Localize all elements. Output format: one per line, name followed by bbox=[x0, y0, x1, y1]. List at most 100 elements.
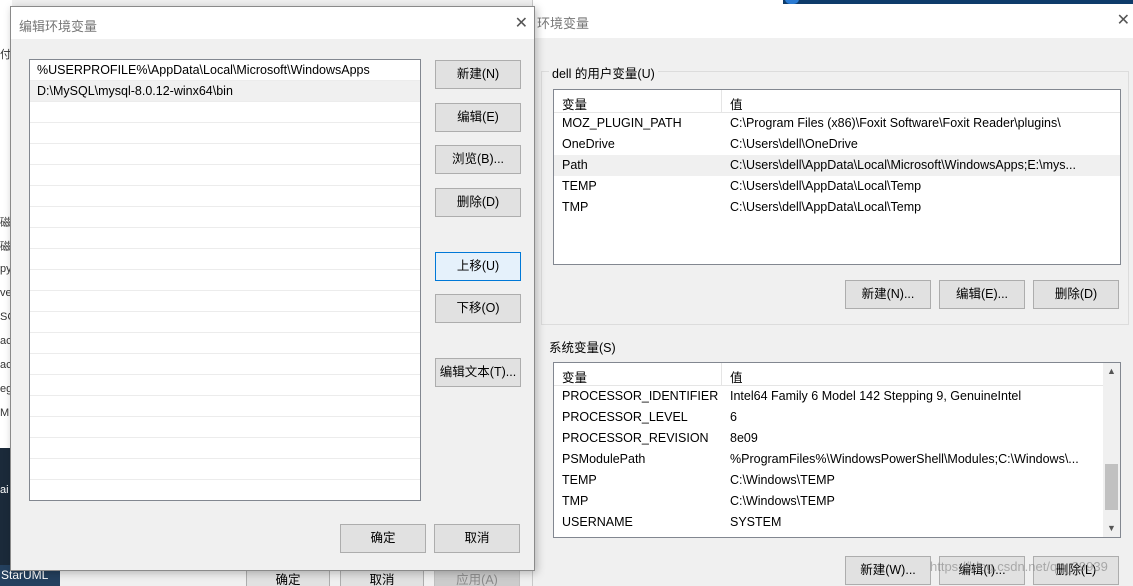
column-header-variable[interactable]: 变量 bbox=[562, 94, 587, 113]
variable-value-cell: C:\Users\dell\AppData\Local\Temp bbox=[730, 200, 922, 214]
variable-value-cell: C:\Users\dell\AppData\Local\Microsoft\Wi… bbox=[730, 158, 1076, 172]
column-header-variable[interactable]: 变量 bbox=[562, 367, 587, 386]
variable-name-cell: MOZ_PLUGIN_PATH bbox=[562, 116, 682, 130]
background-app-strip bbox=[783, 0, 1133, 4]
variable-value-cell: C:\Program Files (x86)\Foxit Software\Fo… bbox=[730, 116, 1061, 130]
table-row[interactable]: USERNAME SYSTEM bbox=[554, 512, 1120, 533]
user-delete-button[interactable]: 删除(D) bbox=[1033, 280, 1119, 309]
variable-name-cell: PSModulePath bbox=[562, 452, 646, 466]
empty-list-row[interactable] bbox=[30, 165, 420, 186]
user-variables-list[interactable]: 变量 值 MOZ_PLUGIN_PATH C:\Program Files (x8… bbox=[553, 89, 1121, 265]
path-entry-text: %USERPROFILE%\AppData\Local\Microsoft\Wi… bbox=[37, 63, 370, 77]
empty-list-row[interactable] bbox=[30, 270, 420, 291]
empty-list-row[interactable] bbox=[30, 459, 420, 480]
edit-environment-variable-dialog: 编辑环境变量 ✕ %USERPROFILE%\AppData\Local\Mic… bbox=[10, 6, 535, 571]
empty-list-row[interactable] bbox=[30, 144, 420, 165]
empty-list-row[interactable] bbox=[30, 123, 420, 144]
empty-list-row[interactable] bbox=[30, 207, 420, 228]
path-entry-text: D:\MySQL\mysql-8.0.12-winx64\bin bbox=[37, 84, 233, 98]
dialog-title: 编辑环境变量 bbox=[19, 19, 98, 34]
scroll-thumb[interactable] bbox=[1105, 464, 1118, 510]
edit-entry-button[interactable]: 编辑(E) bbox=[435, 103, 521, 132]
empty-list-row[interactable] bbox=[30, 480, 420, 500]
empty-list-row[interactable] bbox=[30, 354, 420, 375]
variable-name-cell: Path bbox=[562, 158, 588, 172]
user-new-button[interactable]: 新建(N)... bbox=[845, 280, 931, 309]
table-row[interactable]: TMP C:\Windows\TEMP bbox=[554, 491, 1120, 512]
variable-value-cell: C:\Users\dell\AppData\Local\Temp bbox=[730, 179, 922, 193]
watermark: https://blog.csdn.net/qq_39939 bbox=[930, 559, 1108, 574]
variable-name-cell: TEMP bbox=[562, 179, 597, 193]
user-edit-button[interactable]: 编辑(E)... bbox=[939, 280, 1025, 309]
variable-name-cell: PROCESSOR_LEVEL bbox=[562, 410, 688, 424]
variable-name-cell: OneDrive bbox=[562, 137, 615, 151]
window-titlebar: 环境变量 ✕ bbox=[533, 0, 1133, 38]
empty-list-row[interactable] bbox=[30, 438, 420, 459]
close-icon[interactable]: ✕ bbox=[515, 13, 528, 33]
vertical-scrollbar[interactable]: ▲ ▼ bbox=[1103, 363, 1120, 537]
table-row[interactable]: PROCESSOR_REVISION 8e09 bbox=[554, 428, 1120, 449]
empty-list-row[interactable] bbox=[30, 417, 420, 438]
table-row[interactable]: TMP C:\Users\dell\AppData\Local\Temp bbox=[554, 197, 1120, 218]
empty-list-row[interactable] bbox=[30, 249, 420, 270]
apply-button: 应用(A) bbox=[434, 569, 520, 586]
empty-list-row[interactable] bbox=[30, 396, 420, 417]
table-row[interactable]: PROCESSOR_IDENTIFIER Intel64 Family 6 Mod… bbox=[554, 386, 1120, 407]
table-row[interactable]: MOZ_PLUGIN_PATH C:\Program Files (x86)\Fo… bbox=[554, 113, 1120, 134]
system-new-button[interactable]: 新建(W)... bbox=[845, 556, 931, 585]
system-variables-list[interactable]: 变量 值 PROCESSOR_IDENTIFIER Intel64 Family … bbox=[553, 362, 1121, 538]
dialog-titlebar: 编辑环境变量 ✕ bbox=[11, 7, 534, 39]
cancel-button[interactable]: 取消 bbox=[340, 569, 424, 586]
variable-name-cell: TMP bbox=[562, 494, 589, 508]
list-item[interactable]: %USERPROFILE%\AppData\Local\Microsoft\Wi… bbox=[30, 60, 420, 81]
variable-value-cell: %ProgramFiles%\WindowsPowerShell\Modules… bbox=[730, 452, 1079, 466]
variable-name-cell: PROCESSOR_IDENTIFIER bbox=[562, 389, 719, 403]
empty-list-row[interactable] bbox=[30, 102, 420, 123]
dialog-cancel-button[interactable]: 取消 bbox=[434, 524, 520, 553]
system-variables-label: 系统变量(S) bbox=[549, 341, 616, 355]
table-row[interactable]: PROCESSOR_LEVEL 6 bbox=[554, 407, 1120, 428]
list-item[interactable]: D:\MySQL\mysql-8.0.12-winx64\bin bbox=[30, 81, 420, 102]
table-row[interactable]: TEMP C:\Users\dell\AppData\Local\Temp bbox=[554, 176, 1120, 197]
new-entry-button[interactable]: 新建(N) bbox=[435, 60, 521, 89]
browse-button[interactable]: 浏览(B)... bbox=[435, 145, 521, 174]
variable-value-cell: Intel64 Family 6 Model 142 Stepping 9, G… bbox=[730, 389, 1022, 403]
edit-text-button[interactable]: 编辑文本(T)... bbox=[435, 358, 521, 387]
empty-list-row[interactable] bbox=[30, 186, 420, 207]
list-header: 变量 值 bbox=[554, 90, 1120, 113]
scroll-up-icon[interactable]: ▲ bbox=[1103, 363, 1120, 380]
scroll-down-icon[interactable]: ▼ bbox=[1103, 520, 1120, 537]
list-header: 变量 值 bbox=[554, 363, 1120, 386]
empty-list-row[interactable] bbox=[30, 312, 420, 333]
dialog-ok-button[interactable]: 确定 bbox=[340, 524, 426, 553]
variable-name-cell: USERNAME bbox=[562, 515, 633, 529]
table-row[interactable]: TEMP C:\Windows\TEMP bbox=[554, 470, 1120, 491]
move-down-button[interactable]: 下移(O) bbox=[435, 294, 521, 323]
desktop-text-fragment: ai bbox=[0, 484, 9, 496]
ok-button[interactable]: 确定 bbox=[246, 569, 330, 586]
variable-value-cell: SYSTEM bbox=[730, 515, 782, 529]
table-row[interactable]: OneDrive C:\Users\dell\OneDrive bbox=[554, 134, 1120, 155]
user-variables-label: dell 的用户变量(U) bbox=[549, 63, 658, 82]
variable-value-cell: 8e09 bbox=[730, 431, 758, 445]
variable-value-cell: C:\Windows\TEMP bbox=[730, 473, 835, 487]
variable-value-cell: 6 bbox=[730, 410, 737, 424]
column-header-value[interactable]: 值 bbox=[730, 367, 743, 386]
delete-entry-button[interactable]: 删除(D) bbox=[435, 188, 521, 217]
close-icon[interactable]: ✕ bbox=[1117, 10, 1130, 30]
move-up-button[interactable]: 上移(U) bbox=[435, 252, 521, 281]
empty-list-row[interactable] bbox=[30, 291, 420, 312]
column-header-value[interactable]: 值 bbox=[730, 94, 743, 113]
empty-list-row[interactable] bbox=[30, 228, 420, 249]
empty-list-row[interactable] bbox=[30, 375, 420, 396]
table-row[interactable]: PSModulePath %ProgramFiles%\WindowsPowerS… bbox=[554, 449, 1120, 470]
variable-value-cell: C:\Windows\TEMP bbox=[730, 494, 835, 508]
variable-name-cell: PROCESSOR_REVISION bbox=[562, 431, 709, 445]
environment-variables-window: 环境变量 ✕ dell 的用户变量(U) 变量 值 MOZ_PLUGIN_PAT… bbox=[532, 0, 1133, 586]
table-row[interactable]: Path C:\Users\dell\AppData\Local\Microsof… bbox=[554, 155, 1120, 176]
empty-list-row[interactable] bbox=[30, 333, 420, 354]
column-divider[interactable] bbox=[721, 363, 722, 386]
path-entries-list[interactable]: %USERPROFILE%\AppData\Local\Microsoft\Wi… bbox=[29, 59, 421, 501]
variable-value-cell: C:\Users\dell\OneDrive bbox=[730, 137, 858, 151]
column-divider[interactable] bbox=[721, 90, 722, 113]
